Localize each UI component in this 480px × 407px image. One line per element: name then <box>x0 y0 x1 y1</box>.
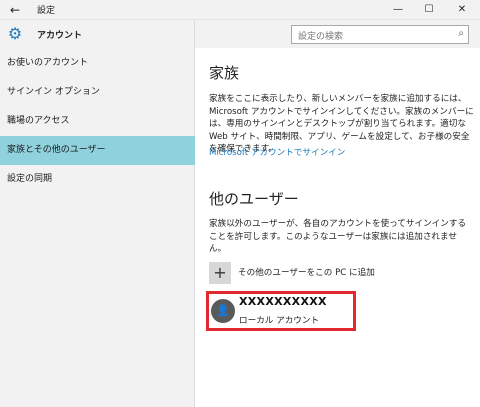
title-bar: ← 設定 — ☐ ✕ <box>0 0 480 20</box>
user-account-type: ローカル アカウント <box>239 316 320 326</box>
family-heading: 家族 <box>209 64 240 82</box>
sidebar-item-sync-settings[interactable]: 設定の同期 <box>0 165 195 194</box>
minimize-button[interactable]: — <box>383 0 413 20</box>
sidebar-item-work-access[interactable]: 職場のアクセス <box>0 107 195 136</box>
search-placeholder: 設定の検索 <box>298 32 344 42</box>
add-user-button[interactable]: + その他のユーザーをこの PC に追加 <box>209 262 474 286</box>
other-users-description: 家族以外のユーザーが、各自のアカウントを使ってサインインすることを許可します。こ… <box>209 219 467 254</box>
close-button[interactable]: ✕ <box>447 0 477 20</box>
other-users-heading: 他のユーザー <box>209 190 299 208</box>
user-account-item[interactable]: 👤 XXXXXXXXXX ローカル アカウント <box>206 291 356 331</box>
sidebar-nav: お使いのアカウント サインイン オプション 職場のアクセス 家族とその他のユーザ… <box>0 49 195 194</box>
sidebar-item-family-other-users[interactable]: 家族とその他のユーザー <box>0 136 195 165</box>
sign-in-microsoft-link[interactable]: Microsoft アカウントでサインイン <box>209 146 345 158</box>
search-strip: 設定の検索 ⌕ <box>195 20 480 48</box>
window-title: 設定 <box>37 6 56 16</box>
search-icon[interactable]: ⌕ <box>458 28 464 39</box>
sidebar: ⚙ アカウント お使いのアカウント サインイン オプション 職場のアクセス 家族… <box>0 20 195 407</box>
maximize-button[interactable]: ☐ <box>414 0 444 20</box>
user-name: XXXXXXXXXX <box>239 295 327 308</box>
plus-icon: + <box>209 262 231 284</box>
user-avatar-icon: 👤 <box>211 299 235 323</box>
sidebar-item-sign-in-options[interactable]: サインイン オプション <box>0 78 195 107</box>
sidebar-item-your-account[interactable]: お使いのアカウント <box>0 49 195 78</box>
page-title: アカウント <box>37 31 83 41</box>
gear-icon: ⚙ <box>7 24 23 43</box>
search-input[interactable]: 設定の検索 ⌕ <box>291 25 469 44</box>
back-arrow-icon[interactable]: ← <box>6 1 24 19</box>
app-header: ⚙ アカウント <box>0 20 195 48</box>
add-user-label: その他のユーザーをこの PC に追加 <box>238 268 375 278</box>
